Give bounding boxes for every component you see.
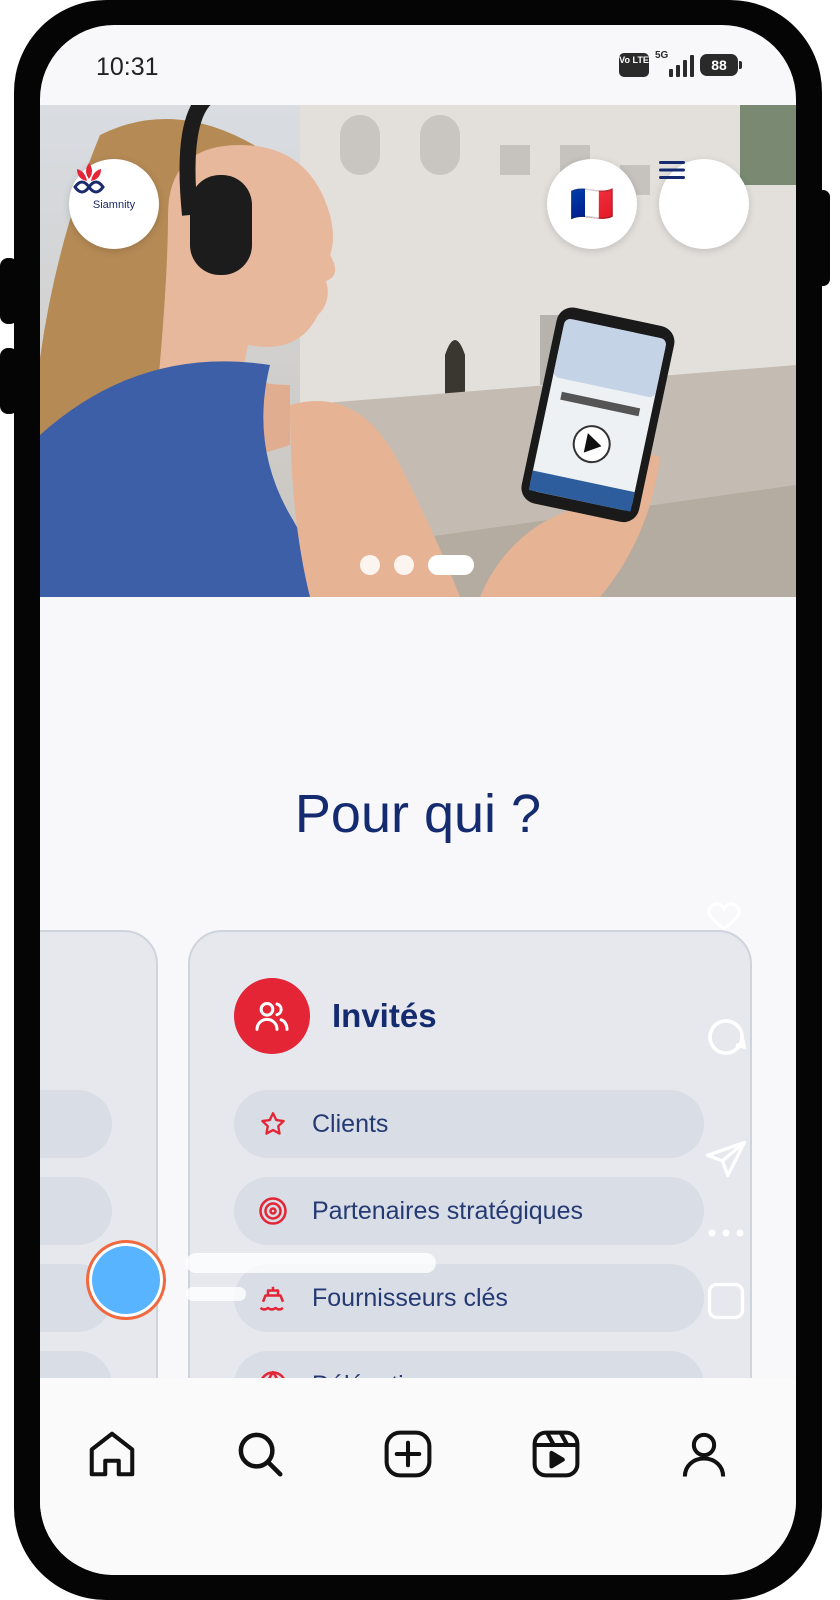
hero-carousel[interactable]: Siamnity 🇫🇷 — [40, 105, 796, 597]
logo-text: Siamnity — [92, 199, 136, 211]
volume-down-button — [0, 348, 18, 414]
language-button[interactable]: 🇫🇷 — [547, 159, 637, 249]
profile-icon — [682, 1432, 726, 1477]
carousel-dot-active[interactable] — [428, 555, 474, 575]
bottom-nav — [40, 1378, 796, 1575]
volume-up-button — [0, 258, 18, 324]
battery-icon: 88 — [700, 54, 742, 76]
status-bar: 10:31 Vo LTE 5G 88 — [40, 25, 796, 105]
audience-item-label: Clients — [312, 1109, 389, 1138]
home-icon — [89, 1431, 135, 1477]
audience-item-label: Fournisseurs clés — [312, 1283, 508, 1312]
volte-badge: Vo LTE — [619, 53, 649, 77]
audio-thumbnail-icon[interactable] — [704, 1279, 748, 1323]
nav-reels[interactable] — [526, 1424, 586, 1484]
heart-icon[interactable] — [702, 895, 746, 935]
nav-profile[interactable] — [674, 1424, 734, 1484]
users-icon — [234, 978, 310, 1054]
audience-item-clients[interactable]: Clients — [234, 1090, 704, 1158]
card-title: Invités — [332, 997, 437, 1034]
audience-item-label: Partenaires stratégiques — [312, 1196, 583, 1225]
nav-search[interactable] — [230, 1424, 290, 1484]
previous-card-item — [40, 1177, 112, 1245]
brand-logo[interactable]: Siamnity — [69, 159, 159, 249]
create-icon — [384, 1430, 432, 1478]
ship-icon — [258, 1283, 288, 1313]
screen: 10:31 Vo LTE 5G 88 Siamnity 🇫🇷 Pour qui … — [40, 25, 796, 1575]
previous-card-item — [40, 1090, 112, 1158]
more-icon[interactable] — [706, 1227, 746, 1239]
nav-home[interactable] — [82, 1424, 142, 1484]
carousel-dot[interactable] — [360, 555, 380, 575]
overlay-caption-placeholder — [186, 1253, 436, 1273]
audience-item-partenaires[interactable]: Partenaires stratégiques — [234, 1177, 704, 1245]
audience-item-fournisseurs[interactable]: Fournisseurs clés — [234, 1264, 704, 1332]
power-button — [816, 190, 830, 286]
menu-button[interactable] — [659, 159, 749, 249]
status-time: 10:31 — [96, 53, 159, 81]
nav-create[interactable] — [378, 1424, 438, 1484]
share-icon[interactable] — [702, 1137, 750, 1181]
star-icon — [258, 1109, 288, 1139]
carousel-indicators — [360, 555, 474, 575]
hamburger-icon — [659, 161, 685, 179]
status-icons: Vo LTE 5G 88 — [619, 50, 742, 77]
lotus-logo-icon — [73, 163, 105, 194]
profile-avatar-button[interactable] — [86, 1240, 166, 1320]
section-title: Pour qui ? — [294, 784, 542, 844]
french-flag-icon: 🇫🇷 — [569, 183, 615, 224]
carousel-dot[interactable] — [394, 555, 414, 575]
target-icon — [258, 1196, 288, 1226]
card-header: Invités — [234, 978, 437, 1054]
comment-icon[interactable] — [702, 1013, 750, 1061]
reels-icon — [532, 1430, 580, 1478]
network-type-label: 5G — [655, 50, 669, 61]
signal-icon: 5G — [655, 50, 694, 77]
search-icon — [238, 1432, 283, 1477]
overlay-caption-placeholder — [186, 1287, 246, 1301]
